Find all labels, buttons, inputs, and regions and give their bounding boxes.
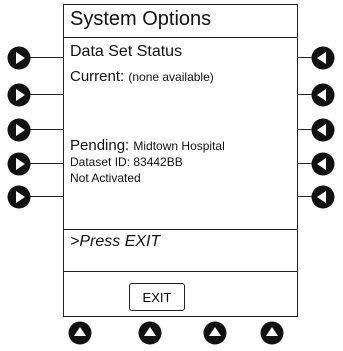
- right-softkey-4[interactable]: [311, 152, 335, 176]
- arrow-right-icon: [7, 152, 31, 176]
- right-softkey-4-lead: [298, 163, 312, 164]
- left-softkey-1[interactable]: [7, 46, 31, 70]
- current-label: Current:: [70, 68, 125, 85]
- bottom-softkey-2[interactable]: [138, 321, 162, 345]
- arrow-left-icon: [311, 152, 335, 176]
- device-display: System Options Data Set Status Current: …: [63, 4, 298, 317]
- right-softkey-2[interactable]: [311, 83, 335, 107]
- title-divider: [64, 37, 297, 38]
- left-softkey-1-lead: [30, 57, 63, 58]
- left-softkey-3-lead: [30, 129, 63, 130]
- prompt-divider-bottom: [64, 271, 297, 272]
- current-value: (none available): [128, 70, 214, 84]
- pending-status: Pending: Midtown Hospital: [70, 137, 225, 154]
- dataset-id: Dataset ID: 83442BB: [70, 155, 183, 169]
- arrow-up-icon: [68, 321, 92, 345]
- arrow-up-icon: [203, 321, 227, 345]
- left-softkey-2[interactable]: [7, 83, 31, 107]
- arrow-right-icon: [7, 118, 31, 142]
- arrow-left-icon: [311, 46, 335, 70]
- arrow-left-icon: [311, 118, 335, 142]
- right-softkey-1-lead: [298, 57, 312, 58]
- right-softkey-5[interactable]: [311, 185, 335, 209]
- right-softkey-5-lead: [298, 196, 312, 197]
- section-title: Data Set Status: [70, 43, 183, 60]
- current-status: Current: (none available): [70, 68, 214, 85]
- arrow-right-icon: [7, 185, 31, 209]
- left-softkey-5[interactable]: [7, 185, 31, 209]
- exit-button[interactable]: EXIT: [129, 283, 185, 311]
- prompt-divider-top: [64, 229, 297, 230]
- right-softkey-3-lead: [298, 129, 312, 130]
- arrow-right-icon: [7, 46, 31, 70]
- bottom-softkey-3[interactable]: [203, 321, 227, 345]
- arrow-up-icon: [260, 321, 284, 345]
- right-softkey-3[interactable]: [311, 118, 335, 142]
- bottom-softkey-4[interactable]: [260, 321, 284, 345]
- left-softkey-2-lead: [30, 94, 63, 95]
- right-softkey-1[interactable]: [311, 46, 335, 70]
- left-softkey-5-lead: [30, 196, 63, 197]
- prompt-text: >Press EXIT: [70, 233, 161, 250]
- page-title: System Options: [70, 8, 212, 30]
- arrow-left-icon: [311, 83, 335, 107]
- arrow-up-icon: [138, 321, 162, 345]
- right-softkey-2-lead: [298, 94, 312, 95]
- pending-value: Midtown Hospital: [133, 139, 225, 153]
- bottom-softkey-1[interactable]: [68, 321, 92, 345]
- left-softkey-4-lead: [30, 163, 63, 164]
- activation-status: Not Activated: [70, 171, 141, 185]
- pending-label: Pending:: [70, 137, 130, 154]
- arrow-right-icon: [7, 83, 31, 107]
- left-softkey-3[interactable]: [7, 118, 31, 142]
- left-softkey-4[interactable]: [7, 152, 31, 176]
- arrow-left-icon: [311, 185, 335, 209]
